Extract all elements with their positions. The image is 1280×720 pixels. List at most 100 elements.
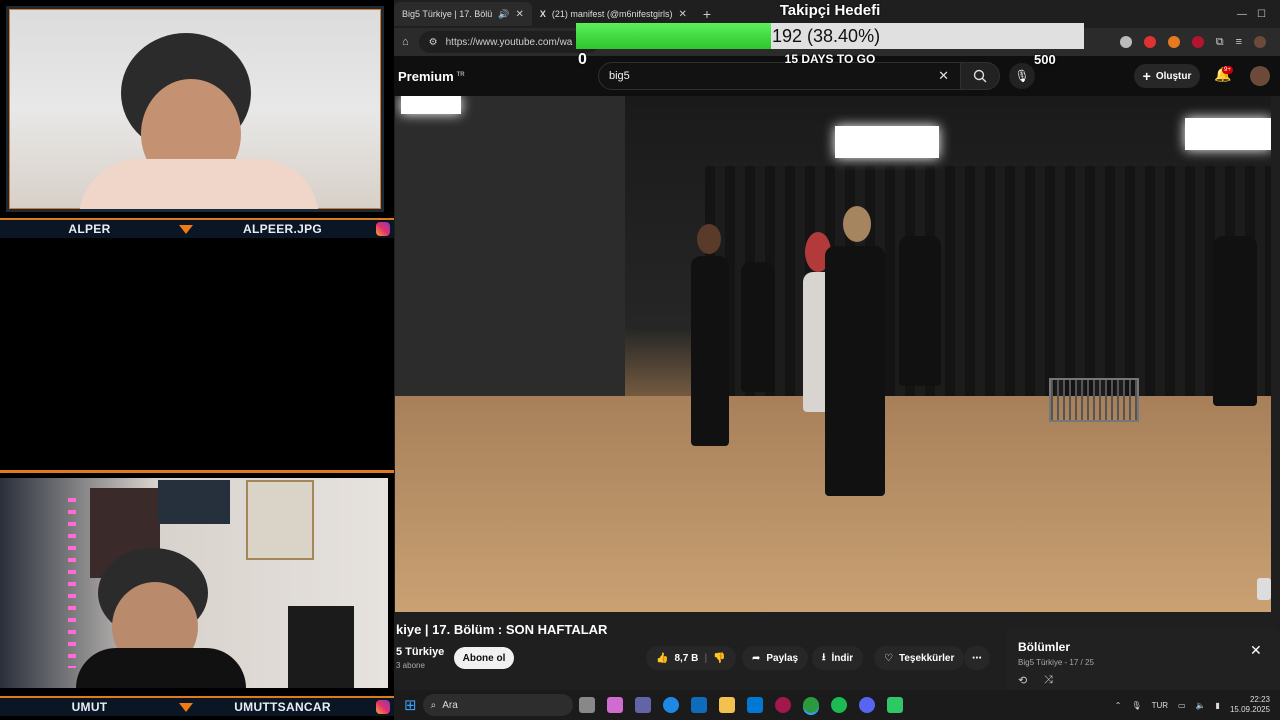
dancer-reflection xyxy=(1213,236,1257,406)
download-button[interactable]: ⭳ İndir xyxy=(812,646,864,670)
download-icon: ⭳ xyxy=(822,651,826,663)
home-icon[interactable]: ⌂ xyxy=(402,36,409,48)
date: 15.09.2025 xyxy=(1229,705,1270,714)
share-label: Paylaş xyxy=(766,652,799,664)
close-tab-icon[interactable]: ✕ xyxy=(515,9,523,20)
taskbar-search[interactable]: ⌕ Ara xyxy=(422,694,573,716)
more-actions-button[interactable]: ⋯ xyxy=(964,646,990,670)
thanks-button[interactable]: ♡ Teşekkürler xyxy=(874,646,965,670)
logo-region: TR xyxy=(456,71,465,78)
triangle-icon xyxy=(179,702,193,712)
windows-taskbar: ⊞ ⌕ Ara ⌃ 🎙 TUR ▭ 🔈 ▮ 22:23 15.09.2025 xyxy=(394,690,1280,720)
create-button[interactable]: + Oluştur xyxy=(1134,64,1200,88)
volume-icon[interactable]: 🔈 xyxy=(1196,701,1206,710)
puzzle-icon[interactable]: ⧉ xyxy=(1216,36,1224,49)
file-explorer-icon[interactable] xyxy=(718,697,735,713)
dancer xyxy=(741,262,775,392)
mic-icon[interactable]: 🎙 xyxy=(1131,701,1141,710)
download-label: İndir xyxy=(831,652,854,664)
profile-icon[interactable] xyxy=(1254,36,1266,48)
chapters-title: Bölümler xyxy=(1018,640,1071,654)
avatar[interactable] xyxy=(1250,66,1270,86)
spotify-icon[interactable] xyxy=(830,697,847,713)
follower-goal-widget: Takipçi Hedefi 192 (38.40%) 0 15 DAYS TO… xyxy=(576,0,1084,70)
clear-search-icon[interactable]: ✕ xyxy=(938,68,949,84)
search-value: big5 xyxy=(609,70,630,82)
x-logo-icon: X xyxy=(539,9,546,19)
opera-icon[interactable] xyxy=(774,697,791,713)
stream-overlay-column: ALPER ALPEER.JPG UMUT UMUTTSANCAR xyxy=(0,0,394,720)
subscribe-button[interactable]: Abone ol xyxy=(454,647,514,669)
webcam-umut xyxy=(0,478,388,688)
video-player[interactable] xyxy=(395,96,1271,612)
time: 22:23 xyxy=(1249,695,1270,704)
tab-youtube[interactable]: Big5 Türkiye | 17. Bölü 🔊 ✕ xyxy=(394,2,532,26)
more-icon: ⋯ xyxy=(972,652,982,664)
maximize-icon[interactable]: ☐ xyxy=(1257,9,1280,20)
thumbs-down-icon[interactable]: 👎 xyxy=(713,653,725,664)
thumbs-up-icon: 👍 xyxy=(656,652,669,664)
outlook-icon[interactable] xyxy=(690,697,707,713)
pip-icon[interactable] xyxy=(1257,578,1271,600)
youtube-logo[interactable]: Premium TR xyxy=(398,69,465,84)
thanks-label: Teşekkürler xyxy=(898,652,955,664)
instagram-icon xyxy=(376,700,390,714)
subscriber-count: 3 abone xyxy=(396,661,425,670)
studio-light xyxy=(835,126,939,158)
site-settings-icon[interactable]: ⚙ xyxy=(429,37,438,48)
like-button[interactable]: 👍 8,7 B | 👎 xyxy=(646,646,736,670)
share-icon: ➦ xyxy=(752,652,761,664)
search-icon xyxy=(973,69,987,83)
like-count: 8,7 B xyxy=(674,652,699,664)
shield-icon[interactable] xyxy=(1119,36,1132,48)
speaker-icon: 🔊 xyxy=(498,8,510,19)
cam1-namebar: ALPER ALPEER.JPG xyxy=(0,218,394,238)
shuffle-icon[interactable]: ⤨ xyxy=(1044,674,1053,687)
instagram-icon xyxy=(376,222,390,236)
chrome-icon[interactable] xyxy=(802,697,819,713)
divider xyxy=(0,470,394,473)
teams-icon[interactable] xyxy=(634,697,651,713)
task-view-icon[interactable] xyxy=(578,697,595,713)
goal-progress-text: 192 (38.40%) xyxy=(772,26,881,46)
triangle-icon xyxy=(179,224,193,234)
chapters-subtitle: Big5 Türkiye - 17 / 25 xyxy=(1018,658,1094,667)
discord-icon[interactable] xyxy=(858,697,875,713)
copilot-icon[interactable] xyxy=(606,697,623,713)
app-icon[interactable] xyxy=(886,697,903,713)
goal-max: 500 xyxy=(1034,52,1056,67)
address-bar[interactable]: ⚙ https://www.youtube.com/wa xyxy=(418,31,599,53)
create-label: Oluştur xyxy=(1155,70,1192,82)
windows-start-icon[interactable]: ⊞ xyxy=(404,696,417,714)
menu-icon[interactable]: ≡ xyxy=(1236,36,1242,48)
taskbar-search-placeholder: Ara xyxy=(442,699,458,711)
loop-icon[interactable]: ⟲ xyxy=(1018,674,1027,687)
chevron-up-icon[interactable]: ⌃ xyxy=(1115,701,1122,710)
language-indicator[interactable]: TUR xyxy=(1152,701,1168,710)
channel-name[interactable]: 5 Türkiye xyxy=(396,646,444,658)
mic-icon: 🎙 xyxy=(1014,69,1030,83)
edge-icon[interactable] xyxy=(662,697,679,713)
goal-title: Takipçi Hedefi xyxy=(779,2,881,19)
cam2-namebar: UMUT UMUTTSANCAR xyxy=(0,696,394,716)
clock[interactable]: 22:23 15.09.2025 xyxy=(1230,695,1270,715)
extension-icon[interactable] xyxy=(1191,36,1204,48)
cam1-name: ALPER xyxy=(68,222,111,236)
crate xyxy=(1049,378,1139,422)
cam2-handle: UMUTTSANCAR xyxy=(234,700,331,714)
close-icon[interactable]: ✕ xyxy=(1250,642,1262,659)
separator: | xyxy=(704,652,708,664)
notification-badge: 9+ xyxy=(1222,66,1233,74)
extension-icon[interactable] xyxy=(1143,36,1156,48)
share-button[interactable]: ➦ Paylaş xyxy=(742,646,809,670)
streamer-shirt xyxy=(79,159,319,209)
store-icon[interactable] xyxy=(746,697,763,713)
goal-progress-bar: 192 (38.40%) xyxy=(576,23,1084,49)
studio-curtain xyxy=(705,166,1271,426)
extension-icon[interactable] xyxy=(1167,36,1180,48)
minimize-icon[interactable]: — xyxy=(1237,9,1257,20)
cam2-name: UMUT xyxy=(71,700,108,714)
network-icon[interactable]: ▭ xyxy=(1178,701,1186,710)
battery-icon[interactable]: ▮ xyxy=(1216,701,1220,710)
thanks-icon: ♡ xyxy=(884,652,893,664)
